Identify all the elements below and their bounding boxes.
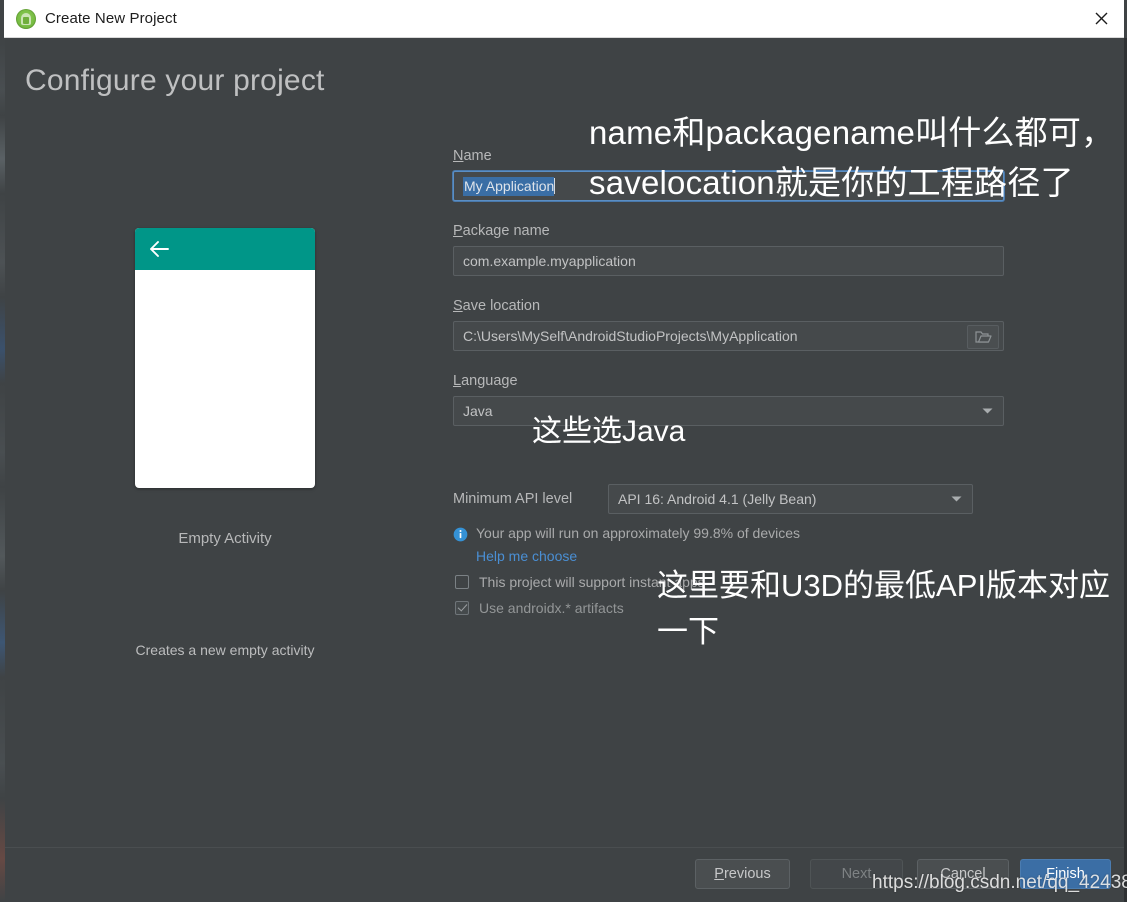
arrow-left-icon (150, 241, 169, 257)
dialog-footer: Previous Next Cancel Finish (5, 847, 1124, 902)
save-location-input[interactable]: C:\Users\MySelf\AndroidStudioProjects\My… (453, 321, 1004, 351)
window-title: Create New Project (45, 10, 177, 27)
minimum-api-select[interactable]: API 16: Android 4.1 (Jelly Bean) (608, 484, 973, 514)
previous-button[interactable]: Previous (695, 859, 790, 889)
save-location-label-rest: ave location (462, 298, 541, 314)
language-label-mnemonic: L (453, 373, 462, 389)
language-select[interactable]: Java (453, 396, 1004, 426)
package-name-label-mnemonic: P (453, 223, 463, 239)
api-coverage-text: Your app will run on approximately 99.8%… (476, 525, 801, 541)
save-location-input-value: C:\Users\MySelf\AndroidStudioProjects\My… (463, 328, 798, 344)
name-input-value: My Application (463, 176, 555, 196)
instant-app-checkbox[interactable] (455, 575, 469, 589)
save-location-label-mnemonic: S (453, 298, 463, 314)
previous-button-mnemonic: P (714, 866, 724, 882)
template-preview-panel: Empty Activity Creates a new empty activ… (5, 228, 445, 658)
instant-app-checkbox-row[interactable]: This project will support instant apps (453, 574, 1013, 590)
dialog-content: Configure your project Empty Activity Cr… (5, 38, 1124, 847)
finish-button[interactable]: Finish (1020, 859, 1111, 889)
instant-app-label: This project will support instant apps (479, 574, 705, 590)
save-location-label: Save location (453, 298, 1013, 314)
activity-preview-thumbnail (135, 228, 315, 488)
page-title: Configure your project (25, 64, 325, 97)
template-description: Creates a new empty activity (135, 642, 315, 658)
language-label: Language (453, 373, 1013, 389)
name-label-rest: ame (463, 148, 492, 164)
package-name-label: Package name (453, 223, 1013, 239)
language-select-value: Java (463, 403, 493, 419)
androidx-checkbox[interactable] (455, 601, 469, 615)
api-coverage-info: Your app will run on approximately 99.8%… (453, 525, 1013, 542)
name-label-mnemonic: N (453, 148, 464, 164)
text-caret (554, 178, 556, 194)
close-icon[interactable] (1078, 0, 1124, 37)
info-icon (453, 527, 468, 542)
project-config-form: Name My Application Package name com.exa… (453, 148, 1013, 616)
minimum-api-label: Minimum API level (453, 491, 573, 507)
previous-button-label: revious (723, 866, 771, 882)
finish-button-mnemonic: F (1046, 866, 1056, 882)
name-input[interactable]: My Application (453, 171, 1004, 201)
minimum-api-row: Minimum API level API 16: Android 4.1 (J… (453, 484, 1013, 514)
folder-icon[interactable] (967, 325, 999, 349)
next-button: Next (810, 859, 903, 889)
package-name-label-rest: ackage name (462, 223, 550, 239)
cancel-button[interactable]: Cancel (917, 859, 1009, 889)
help-me-choose-link[interactable]: Help me choose (476, 548, 1013, 564)
androidx-checkbox-row[interactable]: Use androidx.* artifacts (453, 600, 1013, 616)
androidx-label: Use androidx.* artifacts (479, 600, 624, 616)
template-name: Empty Activity (178, 530, 272, 547)
create-new-project-dialog: Create New Project Configure your projec… (0, 0, 1127, 902)
package-name-input-value: com.example.myapplication (463, 253, 636, 269)
android-studio-icon (16, 8, 36, 29)
chevron-down-icon (951, 496, 962, 502)
name-label: Name (453, 148, 1013, 164)
preview-appbar (135, 228, 315, 270)
package-name-input[interactable]: com.example.myapplication (453, 246, 1004, 276)
language-label-rest: anguage (461, 373, 518, 389)
chevron-down-icon (982, 408, 993, 414)
finish-button-label: inish (1055, 866, 1085, 882)
minimum-api-select-value: API 16: Android 4.1 (Jelly Bean) (618, 491, 817, 507)
window-titlebar: Create New Project (4, 0, 1124, 38)
